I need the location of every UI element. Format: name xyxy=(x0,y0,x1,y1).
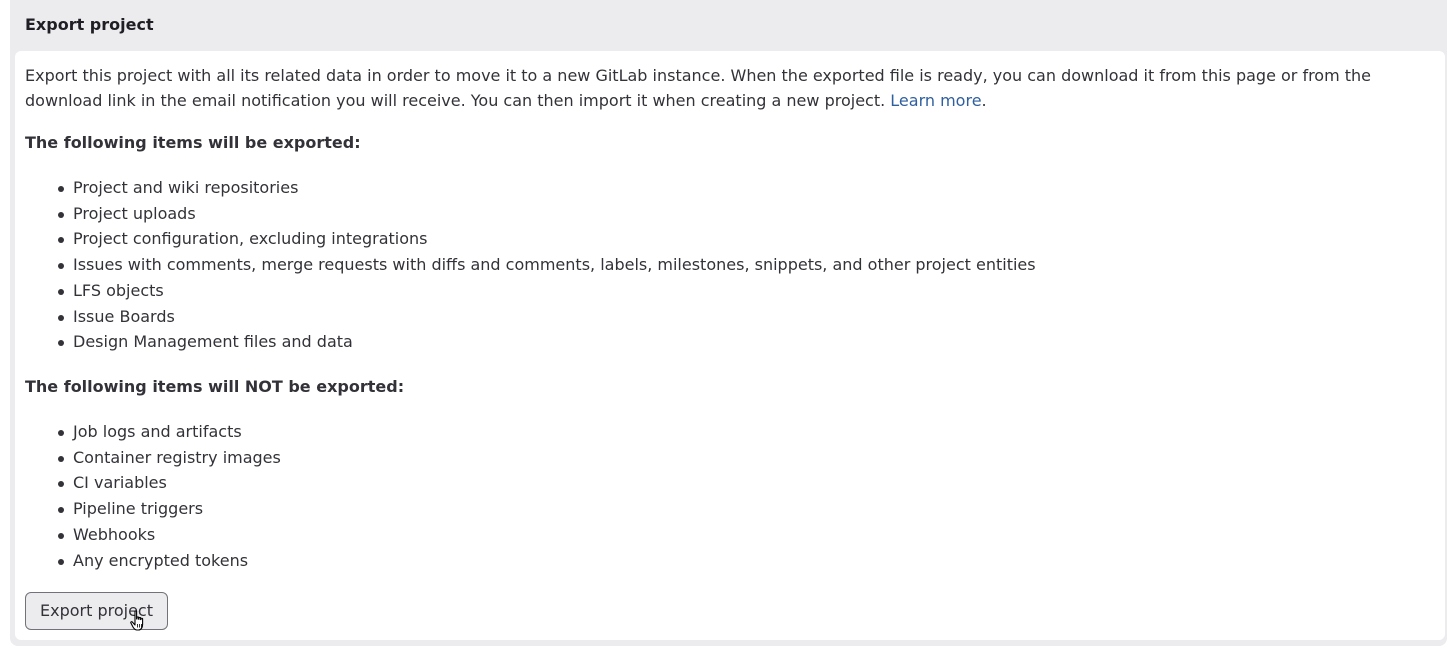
panel-body: Export this project with all its related… xyxy=(15,51,1445,640)
list-item-label: Issues with comments, merge requests wit… xyxy=(73,255,1036,275)
learn-more-link[interactable]: Learn more xyxy=(890,91,981,110)
exported-heading: The following items will be exported: xyxy=(25,133,361,152)
bullet-icon xyxy=(58,558,64,565)
list-item-label: Any encrypted tokens xyxy=(73,550,249,570)
bullet-icon xyxy=(58,340,64,347)
bullet-icon xyxy=(58,455,64,462)
bullet-icon xyxy=(58,507,64,514)
bullet-icon xyxy=(58,314,64,321)
list-item: LFS objects xyxy=(25,278,1036,304)
list-item: Webhooks xyxy=(25,522,281,548)
not-exported-list: Job logs and artifacts Container registr… xyxy=(25,419,281,573)
panel-title: Export project xyxy=(25,15,154,34)
list-item-label: LFS objects xyxy=(73,280,164,300)
bullet-icon xyxy=(58,288,64,295)
list-item-label: Project and wiki repositories xyxy=(73,178,299,197)
bullet-icon xyxy=(58,263,64,270)
bullet-icon xyxy=(58,481,64,488)
list-item: Issue Boards xyxy=(25,304,1036,330)
intro-trailing: . xyxy=(981,91,987,110)
export-project-button[interactable]: Export project xyxy=(25,592,168,630)
not-exported-heading: The following items will NOT be exported… xyxy=(25,377,405,396)
list-item: Design Management files and data xyxy=(25,329,1036,355)
bullet-icon xyxy=(58,430,64,436)
list-item-label: Container registry images xyxy=(73,447,281,467)
list-item-label: Pipeline triggers xyxy=(73,499,204,519)
list-item: Any encrypted tokens xyxy=(25,548,281,574)
bullet-icon xyxy=(58,237,64,244)
bullet-icon xyxy=(58,186,64,192)
list-item: Project configuration, excluding integra… xyxy=(25,226,1036,252)
intro-paragraph: Export this project with all its related… xyxy=(25,63,1435,113)
list-item-label: Issue Boards xyxy=(73,306,175,326)
list-item-label: CI variables xyxy=(73,473,167,493)
list-item-label: Design Management files and data xyxy=(73,332,353,352)
exported-list: Project and wiki repositories Project up… xyxy=(25,175,1036,355)
intro-text: Export this project with all its related… xyxy=(25,66,1372,110)
export-project-panel: Export project Export this project with … xyxy=(10,0,1447,646)
list-item: Issues with comments, merge requests wit… xyxy=(25,252,1036,278)
list-item-label: Webhooks xyxy=(73,524,156,544)
list-item: CI variables xyxy=(25,470,281,496)
list-item: Job logs and artifacts xyxy=(25,419,281,445)
list-item: Container registry images xyxy=(25,445,281,471)
bullet-icon xyxy=(58,211,64,218)
list-item-label: Project uploads xyxy=(73,203,196,223)
list-item-label: Project configuration, excluding integra… xyxy=(73,229,428,249)
list-item: Project uploads xyxy=(25,201,1036,227)
list-item-label: Job logs and artifacts xyxy=(73,422,242,441)
bullet-icon xyxy=(58,532,64,539)
list-item: Pipeline triggers xyxy=(25,496,281,522)
list-item: Project and wiki repositories xyxy=(25,175,1036,201)
